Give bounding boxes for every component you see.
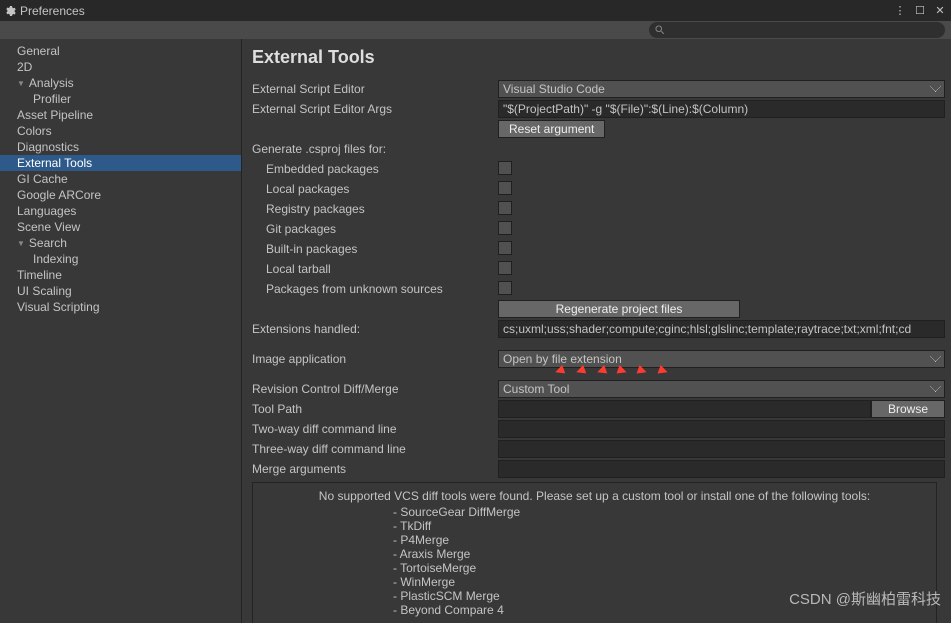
vcs-tool-item: Araxis Merge — [393, 547, 926, 561]
three-way-label: Three-way diff command line — [252, 442, 498, 456]
sidebar-item-languages[interactable]: Languages — [0, 203, 241, 219]
script-editor-select[interactable]: Visual Studio Code — [498, 80, 945, 98]
search-input[interactable] — [649, 22, 945, 38]
merge-args-label: Merge arguments — [252, 462, 498, 476]
vcs-info-text: No supported VCS diff tools were found. … — [263, 489, 926, 503]
sidebar-item-diagnostics[interactable]: Diagnostics — [0, 139, 241, 155]
browse-button[interactable]: Browse — [871, 400, 945, 418]
gen-checkbox-embedded-packages[interactable] — [498, 161, 512, 175]
vcs-tool-item: SourceGear DiffMerge — [393, 505, 926, 519]
sidebar-item-external-tools[interactable]: External Tools — [0, 155, 241, 171]
editor-args-input[interactable] — [498, 100, 945, 118]
search-bar — [0, 21, 951, 39]
vcs-tool-item: PlasticSCM Merge — [393, 589, 926, 603]
window-menu-icon[interactable]: ⋮ — [893, 4, 907, 18]
editor-args-label: External Script Editor Args — [252, 102, 498, 116]
two-way-label: Two-way diff command line — [252, 422, 498, 436]
regenerate-button[interactable]: Regenerate project files — [498, 300, 740, 318]
revision-control-select[interactable]: Custom Tool — [498, 380, 945, 398]
gen-checkbox-packages-from-unknown-sources[interactable] — [498, 281, 512, 295]
image-app-label: Image application — [252, 352, 498, 366]
content-panel: External Tools External Script Editor Vi… — [242, 39, 951, 623]
vcs-tool-item: WinMerge — [393, 575, 926, 589]
page-title: External Tools — [252, 47, 945, 68]
gen-item-label: Built-in packages — [252, 242, 498, 256]
vcs-tool-item: TkDiff — [393, 519, 926, 533]
gen-item-label: Local tarball — [252, 262, 498, 276]
sidebar-item-google-arcore[interactable]: Google ARCore — [0, 187, 241, 203]
sidebar-item-analysis[interactable]: Analysis — [0, 75, 241, 91]
sidebar-item-scene-view[interactable]: Scene View — [0, 219, 241, 235]
sidebar: General2DAnalysisProfilerAsset PipelineC… — [0, 39, 242, 623]
three-way-input[interactable] — [498, 440, 945, 458]
gen-item-label: Local packages — [252, 182, 498, 196]
gen-checkbox-local-packages[interactable] — [498, 181, 512, 195]
sidebar-item-gi-cache[interactable]: GI Cache — [0, 171, 241, 187]
vcs-tool-item: Beyond Compare 4 — [393, 603, 926, 617]
sidebar-item-ui-scaling[interactable]: UI Scaling — [0, 283, 241, 299]
tool-path-label: Tool Path — [252, 402, 498, 416]
annotation-arrows: ◄◄◄►►► — [552, 362, 671, 379]
vcs-info-box: No supported VCS diff tools were found. … — [252, 482, 937, 623]
close-icon[interactable]: ✕ — [933, 4, 947, 18]
search-icon — [655, 24, 667, 36]
sidebar-item-asset-pipeline[interactable]: Asset Pipeline — [0, 107, 241, 123]
tool-path-input[interactable] — [498, 400, 871, 418]
reset-argument-button[interactable]: Reset argument — [498, 120, 605, 138]
vcs-tool-item: TortoiseMerge — [393, 561, 926, 575]
script-editor-label: External Script Editor — [252, 82, 498, 96]
sidebar-item-colors[interactable]: Colors — [0, 123, 241, 139]
sidebar-item-profiler[interactable]: Profiler — [0, 91, 241, 107]
sidebar-item-general[interactable]: General — [0, 43, 241, 59]
sidebar-item-indexing[interactable]: Indexing — [0, 251, 241, 267]
titlebar: Preferences ⋮ ☐ ✕ — [0, 0, 951, 21]
extensions-input[interactable] — [498, 320, 945, 338]
gen-checkbox-built-in-packages[interactable] — [498, 241, 512, 255]
merge-args-input[interactable] — [498, 460, 945, 478]
gen-item-label: Registry packages — [252, 202, 498, 216]
gen-item-label: Packages from unknown sources — [252, 282, 498, 296]
extensions-label: Extensions handled: — [252, 322, 498, 336]
maximize-icon[interactable]: ☐ — [913, 4, 927, 18]
gen-checkbox-registry-packages[interactable] — [498, 201, 512, 215]
gen-item-label: Git packages — [252, 222, 498, 236]
vcs-tool-item: P4Merge — [393, 533, 926, 547]
gen-checkbox-local-tarball[interactable] — [498, 261, 512, 275]
sidebar-item-search[interactable]: Search — [0, 235, 241, 251]
gear-icon — [4, 5, 16, 17]
sidebar-item-visual-scripting[interactable]: Visual Scripting — [0, 299, 241, 315]
gen-item-label: Embedded packages — [252, 162, 498, 176]
generate-csproj-label: Generate .csproj files for: — [252, 142, 498, 156]
window-title: Preferences — [20, 4, 893, 18]
revision-control-label: Revision Control Diff/Merge — [252, 382, 498, 396]
sidebar-item-2d[interactable]: 2D — [0, 59, 241, 75]
gen-checkbox-git-packages[interactable] — [498, 221, 512, 235]
sidebar-item-timeline[interactable]: Timeline — [0, 267, 241, 283]
two-way-input[interactable] — [498, 420, 945, 438]
